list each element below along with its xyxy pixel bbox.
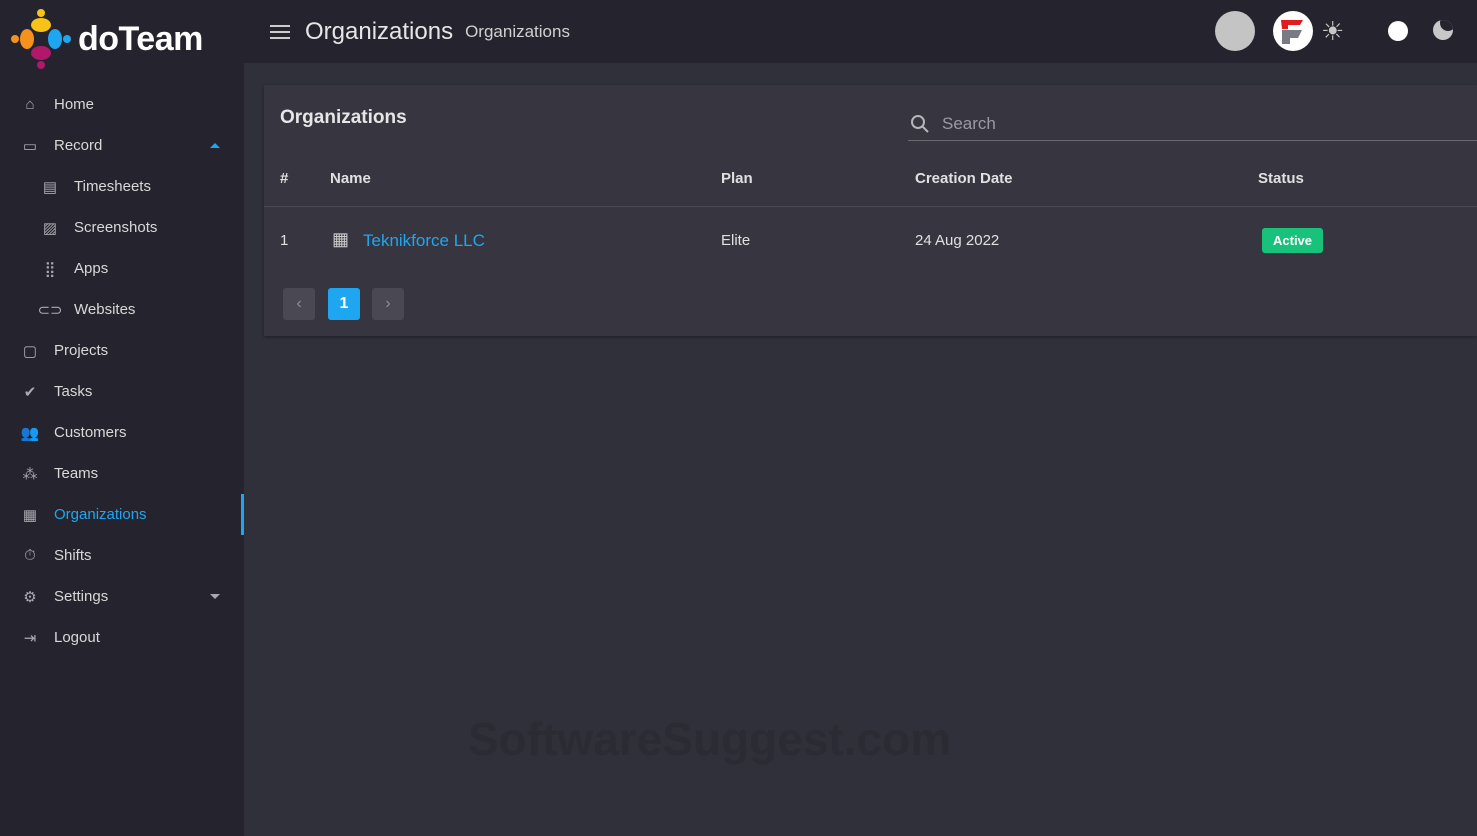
status-badge: Active [1262,228,1324,253]
people-icon: 👥 [20,424,40,442]
chevron-down-icon [210,594,220,599]
column-header-plan[interactable]: Plan [721,170,753,187]
briefcase-icon: ▢ [22,342,38,360]
header-divider [264,206,1477,207]
sidebar-item-label: Logout [54,629,100,646]
sidebar-item-label: Shifts [54,547,92,564]
search-icon [911,114,929,133]
sidebar-item-apps[interactable]: ⣿ Apps [0,248,244,289]
sidebar-nav: ⌂ Home ▭ Record ▤ Timesheets ▨ Screenshots ⣿… [0,84,244,658]
top-bar: Organizations Organizations ☀ [244,0,1477,63]
sidebar-item-label: Home [54,96,95,113]
sidebar-item-teams[interactable]: ⁂ Teams [0,453,244,494]
sidebar-item-record[interactable]: ▭ Record [0,125,244,166]
timesheet-icon: ▤ [42,178,58,196]
sidebar-item-label: Record [54,137,103,154]
watermark: SoftwareSuggest.com [468,713,952,765]
prev-page-button[interactable]: ‹ [283,288,315,320]
task-icon: ✔ [23,383,37,401]
logo[interactable]: doTeam [10,8,203,70]
organizations-card: Organizations Search # Name Plan Creatio… [264,85,1477,336]
row-number: 1 [280,232,289,249]
sidebar-item-label: Settings [54,588,109,605]
sidebar-item-websites[interactable]: ⊂⊃ Websites [0,289,244,330]
sidebar-item-label: Teams [54,465,99,482]
doteam-logo-icon [11,9,71,69]
sidebar-item-label: Tasks [54,383,93,400]
stopwatch-icon: ⏱ [24,547,36,564]
sidebar-item-settings[interactable]: ⚙ Settings [0,576,244,617]
user-avatar[interactable] [1215,11,1255,51]
image-icon: ▨ [42,219,58,237]
sidebar-item-label: Projects [54,342,109,359]
logout-icon: ⇥ [23,629,37,647]
building-icon: ▦ [332,229,350,249]
search-input[interactable]: Search [908,107,1477,141]
hamburger-menu-icon[interactable] [270,24,290,39]
sidebar: doTeam ⌂ Home ▭ Record ▤ Timesheets ▨ Screen… [0,0,244,836]
moon-icon[interactable] [1433,20,1453,40]
monitor-icon: ▭ [22,137,38,155]
card-title: Organizations [280,107,407,128]
creation-date-cell: 24 Aug 2022 [915,232,1000,249]
sidebar-item-customers[interactable]: 👥 Customers [0,412,244,453]
sidebar-item-shifts[interactable]: ⏱ Shifts [0,535,244,576]
sidebar-item-label: Apps [74,260,109,277]
building-icon: ▦ [22,506,38,524]
search-placeholder: Search [942,113,996,133]
page-1-button[interactable]: 1 [328,288,360,320]
sidebar-item-label: Timesheets [74,178,151,195]
app-name: doTeam [78,19,203,58]
brand-logo-icon[interactable] [1273,11,1313,51]
gear-icon: ⚙ [23,588,37,606]
sidebar-item-label: Organizations [54,506,147,523]
sidebar-item-label: Screenshots [74,219,158,236]
sidebar-item-screenshots[interactable]: ▨ Screenshots [0,207,244,248]
sidebar-item-organizations[interactable]: ▦ Organizations [0,494,244,535]
home-icon: ⌂ [25,96,35,113]
theme-toggle[interactable] [1388,21,1408,41]
sidebar-item-timesheets[interactable]: ▤ Timesheets [0,166,244,207]
grid-icon: ⣿ [44,260,56,278]
link-icon: ⊂⊃ [37,301,63,319]
organization-link[interactable]: Teknikforce LLC [363,231,485,251]
sidebar-item-tasks[interactable]: ✔ Tasks [0,371,244,412]
sun-icon[interactable]: ☀ [1321,18,1344,44]
column-header-name[interactable]: Name [330,170,371,187]
sidebar-item-logout[interactable]: ⇥ Logout [0,617,244,658]
column-header-number[interactable]: # [280,170,288,187]
teams-icon: ⁂ [22,465,38,483]
next-page-button[interactable]: › [372,288,404,320]
column-header-creation-date[interactable]: Creation Date [915,170,1013,187]
plan-cell: Elite [721,232,751,249]
sidebar-item-projects[interactable]: ▢ Projects [0,330,244,371]
breadcrumb: Organizations [465,21,570,41]
column-header-status[interactable]: Status [1258,170,1304,187]
chevron-up-icon [210,143,220,148]
sidebar-item-label: Customers [54,424,127,441]
page-title: Organizations [305,17,454,45]
sidebar-item-label: Websites [74,301,136,318]
sidebar-item-home[interactable]: ⌂ Home [0,84,244,125]
